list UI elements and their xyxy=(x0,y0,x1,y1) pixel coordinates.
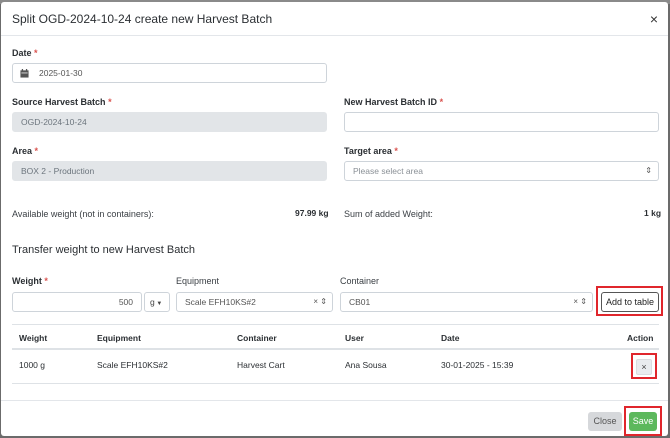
cell-container: Harvest Cart xyxy=(237,360,285,370)
target-area-label: Target area * xyxy=(344,146,398,156)
sort-arrows-icon: ⇕ xyxy=(320,297,327,306)
new-batch-id-input[interactable] xyxy=(344,112,659,132)
equipment-controls: × ⇕ xyxy=(313,293,327,311)
modal-title: Split OGD-2024-10-24 create new Harvest … xyxy=(12,12,273,26)
unit-select[interactable]: g ▼ xyxy=(144,292,170,312)
close-icon[interactable]: × xyxy=(650,11,658,27)
equipment-select[interactable]: Scale EFH10KS#2 × ⇕ xyxy=(176,292,333,312)
cell-date: 30-01-2025 - 15:39 xyxy=(441,360,514,370)
delete-button-highlight xyxy=(631,353,657,379)
col-date: Date xyxy=(441,333,460,343)
save-button-highlight xyxy=(624,406,662,436)
table-header-border xyxy=(12,348,659,350)
source-batch-label: Source Harvest Batch * xyxy=(12,97,112,107)
cell-user: Ana Sousa xyxy=(345,360,387,370)
close-button[interactable]: Close xyxy=(588,412,622,431)
clear-icon[interactable]: × xyxy=(573,297,578,306)
col-user: User xyxy=(345,333,364,343)
area-field: BOX 2 - Production xyxy=(12,161,327,181)
sum-weight-label: Sum of added Weight: xyxy=(344,209,433,219)
new-batch-id-label: New Harvest Batch ID * xyxy=(344,97,444,107)
container-label: Container xyxy=(340,276,380,286)
cell-equipment: Scale EFH10KS#2 xyxy=(97,360,168,370)
sort-arrows-icon: ⇕ xyxy=(580,297,587,306)
date-input[interactable]: 2025-01-30 xyxy=(12,63,327,83)
footer-divider xyxy=(1,400,668,401)
source-batch-field: OGD-2024-10-24 xyxy=(12,112,327,132)
equipment-label: Equipment xyxy=(176,276,220,286)
container-controls: × ⇕ xyxy=(573,293,587,311)
table-bottom-border xyxy=(12,383,659,384)
equipment-value: Scale EFH10KS#2 xyxy=(185,297,256,307)
weight-input[interactable]: 500 xyxy=(12,292,142,312)
date-label: Date * xyxy=(12,48,38,58)
weight-label: Weight * xyxy=(12,276,48,286)
sort-arrows-icon: ⇕ xyxy=(645,166,652,175)
modal-header: Split OGD-2024-10-24 create new Harvest … xyxy=(1,2,668,36)
col-container: Container xyxy=(237,333,277,343)
container-value: CB01 xyxy=(349,297,371,307)
add-button-highlight xyxy=(596,286,663,316)
area-label: Area * xyxy=(12,146,39,156)
cell-weight: 1000 g xyxy=(19,360,45,370)
date-value: 2025-01-30 xyxy=(39,68,83,78)
target-area-placeholder: Please select area xyxy=(353,166,423,176)
container-select[interactable]: CB01 × ⇕ xyxy=(340,292,593,312)
calendar-icon xyxy=(13,64,35,82)
transfer-section-title: Transfer weight to new Harvest Batch xyxy=(12,244,196,256)
table-top-border xyxy=(12,324,659,325)
split-harvest-modal: Split OGD-2024-10-24 create new Harvest … xyxy=(1,2,668,436)
target-area-select[interactable]: Please select area ⇕ xyxy=(344,161,659,181)
caret-down-icon: ▼ xyxy=(154,301,163,307)
col-weight: Weight xyxy=(19,333,48,343)
available-weight-value: 97.99 kg xyxy=(295,208,329,218)
clear-icon[interactable]: × xyxy=(313,297,318,306)
col-equipment: Equipment xyxy=(97,333,141,343)
sum-weight-value: 1 kg xyxy=(644,208,662,218)
available-weight-label: Available weight (not in containers): xyxy=(12,209,154,219)
col-action: Action xyxy=(627,333,654,343)
